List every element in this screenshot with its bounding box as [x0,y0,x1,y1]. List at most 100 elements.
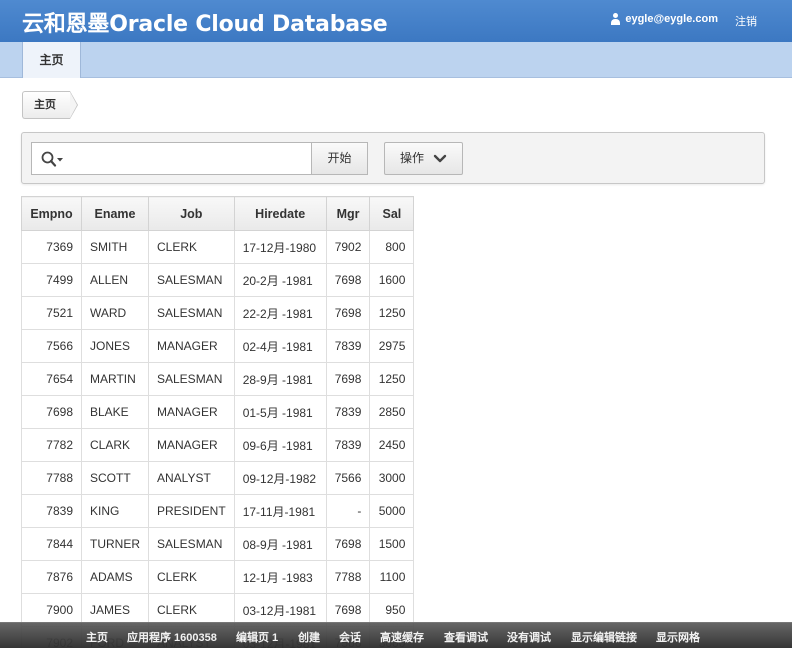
dev-toolbar-item[interactable]: 创建 [298,629,320,645]
dev-toolbar-item[interactable]: 显示编辑链接 [571,629,637,645]
cell-hiredate: 01-5月 -1981 [233,395,327,429]
cell-sal: 1600 [369,263,415,297]
cell-ename: ADAMS [81,560,149,594]
cell-empno: 7844 [21,527,82,561]
cell-sal: 1100 [369,560,415,594]
dev-toolbar-item[interactable]: 查看调试 [444,629,488,645]
cell-ename: KING [81,494,149,528]
dev-toolbar-item[interactable]: 会话 [339,629,361,645]
cell-mgr: 7566 [325,461,371,495]
actions-menu-button[interactable]: 操作 [384,142,463,175]
cell-sal: 2975 [369,329,415,363]
cell-job: SALESMAN [148,362,235,396]
breadcrumb-home[interactable]: 主页 [34,99,56,111]
cell-sal: 5000 [369,494,415,528]
user-name[interactable]: eygle@eygle.com [625,13,718,25]
table-row: 7698 BLAKE MANAGER 01-5月 -1981 7839 2850 [21,395,415,429]
tab-home[interactable]: 主页 [22,42,81,78]
app-title[interactable]: 云和恩墨Oracle Cloud Database [22,6,388,38]
cell-job: CLERK [148,560,235,594]
table-row: 7839 KING PRESIDENT 17-11月-1981-5000 [21,494,415,528]
cell-hiredate: 20-2月 -1981 [233,263,327,297]
chevron-down-icon [433,154,447,163]
column-header-hiredate[interactable]: Hiredate [233,196,327,231]
app-header: 云和恩墨Oracle Cloud Database eygle@eygle.co… [0,0,792,42]
table-row: 7844 TURNER SALESMAN 08-9月 -1981 7698 1500 [21,527,415,561]
cell-mgr: 7788 [325,560,371,594]
cell-job: CLERK [148,230,235,264]
search-region: 开始 操作 [21,132,765,184]
table-row: 7654 MARTIN SALESMAN 28-9月 -1981 7698 1250 [21,362,415,396]
cell-mgr: 7839 [325,395,371,429]
cell-sal: 1250 [369,296,415,330]
go-button[interactable]: 开始 [311,142,368,175]
cell-sal: 1250 [369,362,415,396]
cell-empno: 7521 [21,296,82,330]
tab-bar: 主页 [0,42,792,78]
cell-mgr: 7698 [325,527,371,561]
column-header-mgr[interactable]: Mgr [325,196,371,231]
column-header-ename[interactable]: Ename [81,196,149,231]
cell-ename: TURNER [81,527,149,561]
cell-ename: JONES [81,329,149,363]
cell-sal: 2850 [369,395,415,429]
cell-mgr: 7839 [325,428,371,462]
cell-empno: 7839 [21,494,82,528]
cell-mgr: 7698 [325,362,371,396]
column-header-job[interactable]: Job [148,196,235,231]
breadcrumb[interactable]: 主页 [22,91,78,119]
search-box[interactable] [31,142,312,175]
cell-sal: 1500 [369,527,415,561]
user-menu[interactable]: eygle@eygle.com [610,13,718,25]
table-header-row: Empno Ename Job Hiredate Mgr Sal [21,196,415,231]
cell-mgr: 7839 [325,329,371,363]
table-row: 7499 ALLEN SALESMAN 20-2月 -1981 7698 1600 [21,263,415,297]
cell-ename: ALLEN [81,263,149,297]
cell-mgr: 7698 [325,296,371,330]
cell-hiredate: 17-12月-1980 [233,230,327,264]
cell-ename: SMITH [81,230,149,264]
cell-mgr: 7902 [325,230,371,264]
report-table: Empno Ename Job Hiredate Mgr Sal 7369 SMI… [21,196,415,648]
cell-ename: SCOTT [81,461,149,495]
cell-ename: BLAKE [81,395,149,429]
cell-hiredate: 08-9月 -1981 [233,527,327,561]
cell-mgr: - [325,494,371,528]
cell-empno: 7654 [21,362,82,396]
column-header-empno[interactable]: Empno [21,196,82,231]
dev-toolbar-item[interactable]: 高速缓存 [380,629,424,645]
cell-ename: WARD [81,296,149,330]
cell-sal: 800 [369,230,415,264]
dev-toolbar-item[interactable]: 没有调试 [507,629,551,645]
cell-job: MANAGER [148,329,235,363]
cell-hiredate: 17-11月-1981 [233,494,327,528]
cell-job: MANAGER [148,395,235,429]
dev-toolbar-item[interactable]: 应用程序 1600358 [127,629,217,645]
cell-ename: MARTIN [81,362,149,396]
dev-toolbar-item[interactable]: 主页 [86,629,108,645]
cell-hiredate: 22-2月 -1981 [233,296,327,330]
table-row: 7369 SMITH CLERK 17-12月-1980 7902 800 [21,230,415,264]
table-row: 7521 WARD SALESMAN 22-2月 -1981 7698 1250 [21,296,415,330]
cell-hiredate: 02-4月 -1981 [233,329,327,363]
actions-label: 操作 [400,151,425,165]
cell-job: PRESIDENT [148,494,235,528]
search-input[interactable] [68,148,308,170]
cell-empno: 7698 [21,395,82,429]
dev-toolbar-item[interactable]: 编辑页 1 [236,629,278,645]
cell-hiredate: 12-1月 -1983 [233,560,327,594]
cell-mgr: 7698 [325,263,371,297]
cell-empno: 7788 [21,461,82,495]
cell-job: SALESMAN [148,263,235,297]
cell-job: SALESMAN [148,296,235,330]
logout-link[interactable]: 注销 [735,13,757,29]
cell-job: ANALYST [148,461,235,495]
cell-empno: 7566 [21,329,82,363]
search-icon[interactable] [41,151,65,167]
cell-sal: 3000 [369,461,415,495]
dev-toolbar-item[interactable]: 显示网格 [656,629,700,645]
table-row: 7876 ADAMS CLERK 12-1月 -1983 7788 1100 [21,560,415,594]
cell-hiredate: 28-9月 -1981 [233,362,327,396]
column-header-sal[interactable]: Sal [369,196,415,231]
cell-job: MANAGER [148,428,235,462]
